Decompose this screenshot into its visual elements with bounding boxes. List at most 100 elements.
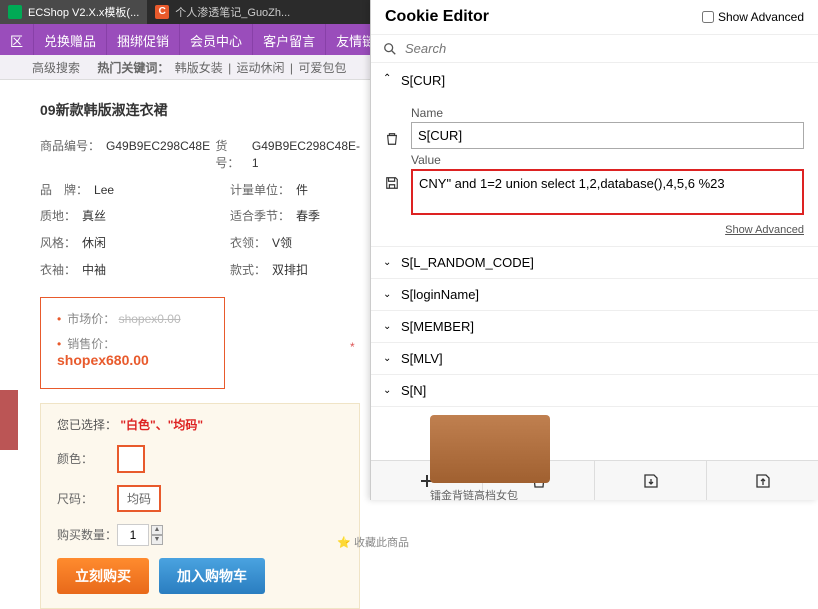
market-price-label: 市场价： [67,312,115,326]
sale-price-value: shopex680.00 [57,352,149,368]
product-content: 09新款韩版淑连衣裙 商品编号：G49B9EC298C48E货号：G49B9EC… [0,80,360,609]
cookie-header[interactable]: ⌄ S[MEMBER] [371,311,818,342]
spec-value: 中袖 [82,262,106,279]
keyword-link[interactable]: 可爱包包 [298,61,346,75]
import-icon [643,473,659,489]
spec-label: 计量单位： [230,182,290,199]
chevron-down-icon: ⌄ [383,353,393,364]
browser-tab-2[interactable]: C 个人渗透笔记_GuoZh... [147,0,298,24]
cookie-header[interactable]: ⌄ S[N] [371,375,818,406]
keyword-link[interactable]: 韩版女装 [175,61,223,75]
cookie-row: ⌄ S[loginName] [371,279,818,311]
qty-down-icon[interactable]: ▼ [151,535,163,545]
show-advanced-checkbox[interactable] [702,11,714,23]
chevron-down-icon: ⌄ [383,257,393,268]
nav-item[interactable]: 客户留言 [253,24,326,55]
price-box: •市场价： shopex0.00 •销售价： shopex680.00 [40,297,225,389]
spec-value: G49B9EC298C48E [106,138,210,172]
product-title: 09新款韩版淑连衣裙 [40,100,360,120]
asterisk-marker: * [350,340,355,354]
spec-label: 衣袖： [40,262,76,279]
search-icon [383,42,397,56]
spec-label: 商品编号： [40,138,100,172]
spec-label: 风格： [40,235,76,252]
thumbnail-strip[interactable] [0,390,18,450]
browser-tab-1[interactable]: ECShop V2.X.x模板(... [0,0,147,24]
size-label: 尺码： [57,490,117,507]
show-advanced-link[interactable]: Show Advanced [411,224,804,236]
cookie-header[interactable]: ⌄ S[loginName] [371,279,818,310]
qty-label: 购买数量： [57,526,117,543]
specs: 商品编号：G49B9EC298C48E货号：G49B9EC298C48E-1 品… [40,138,360,279]
hot-label: 热门关键词： [97,61,169,75]
cookie-header[interactable]: ⌄S[L_RANDOM_CODE] [371,247,818,278]
spec-label: 货号： [215,138,246,172]
color-swatch[interactable] [117,445,145,473]
search-input[interactable] [405,41,806,56]
cookie-header[interactable]: ⌃ S[CUR] [371,63,818,98]
name-label: Name [411,106,804,120]
spec-label: 衣领： [230,235,266,252]
color-label: 颜色： [57,450,117,467]
spec-value: Lee [94,182,114,199]
tab-label: 个人渗透笔记_GuoZh... [175,4,290,20]
trash-icon[interactable] [385,132,399,146]
spec-label: 适合季节： [230,208,290,225]
cookie-key: S[N] [401,383,426,398]
cookie-row: ⌄ S[N] [371,375,818,407]
nav-item[interactable]: 会员中心 [180,24,253,55]
cookie-key: S[loginName] [401,287,479,302]
cookie-key: S[MEMBER] [401,319,474,334]
panel-title: Cookie Editor [385,8,489,26]
keyword-link[interactable]: 运动休闲 [237,61,285,75]
related-product-card[interactable]: 镭金背链高档女包 [430,415,590,503]
spec-value: 双排扣 [272,262,308,279]
selected-label: 您已选择： [57,418,117,432]
spec-value: V领 [272,235,292,252]
favorite-link[interactable]: ⭐ 收藏此商品 [337,534,409,550]
export-icon [755,473,771,489]
buy-now-button[interactable]: 立刻购买 [57,558,149,594]
cookie-row: ⌄ S[MEMBER] [371,311,818,343]
cookie-list: ⌃ S[CUR] Name Value Show Advanced ⌄S[L_ [371,63,818,460]
tab-label: ECShop V2.X.x模板(... [28,4,139,20]
spec-value: 春季 [296,208,320,225]
product-name: 镭金背链高档女包 [430,487,590,503]
add-cart-button[interactable]: 加入购物车 [159,558,265,594]
spec-value: 休闲 [82,235,106,252]
cookie-row: ⌄S[L_RANDOM_CODE] [371,247,818,279]
value-label: Value [411,153,804,167]
show-advanced-toggle[interactable]: Show Advanced [702,10,804,24]
selected-values: "白色"、"均码" [120,418,203,432]
export-button[interactable] [707,461,818,500]
chevron-down-icon: ⌄ [383,385,393,396]
spec-label: 款式： [230,262,266,279]
chevron-down-icon: ⌄ [383,289,393,300]
advanced-search-link[interactable]: 高级搜索 [32,61,80,75]
options-box: 您已选择： "白色"、"均码" 颜色： 尺码：均码 购买数量： ▲▼ 立刻购买 … [40,403,360,609]
chevron-down-icon: ⌄ [383,321,393,332]
spec-value: 件 [296,182,308,199]
save-icon[interactable] [385,176,399,190]
qty-up-icon[interactable]: ▲ [151,525,163,535]
cookie-key: S[CUR] [401,73,445,88]
sale-price-label: 销售价： [67,337,115,351]
spec-value: G49B9EC298C48E-1 [252,138,360,172]
cookie-row-expanded: ⌃ S[CUR] Name Value Show Advanced [371,63,818,247]
cookie-header[interactable]: ⌄ S[MLV] [371,343,818,374]
size-option[interactable]: 均码 [117,485,161,512]
chevron-up-icon: ⌃ [383,73,393,84]
cookie-row: ⌄ S[MLV] [371,343,818,375]
nav-item[interactable]: 区 [0,24,34,55]
nav-item[interactable]: 兑换赠品 [34,24,107,55]
nav-item[interactable]: 捆绑促销 [107,24,180,55]
cookie-key: S[MLV] [401,351,443,366]
spec-label: 质地： [40,208,76,225]
qty-input[interactable] [117,524,149,546]
spec-label: 品 牌： [40,182,88,199]
spec-value: 真丝 [82,208,106,225]
cookie-name-input[interactable] [411,122,804,149]
product-image [430,415,550,483]
import-button[interactable] [595,461,707,500]
cookie-value-input[interactable] [411,169,804,215]
